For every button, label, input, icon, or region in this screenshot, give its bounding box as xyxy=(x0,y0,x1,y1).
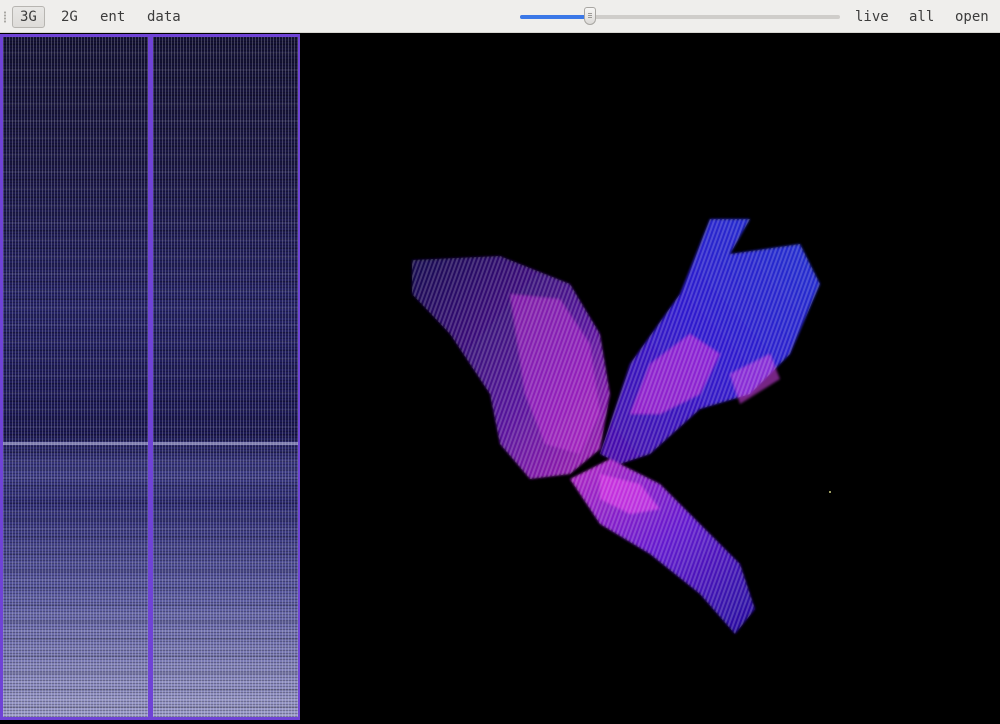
3d-visualization-canvas[interactable] xyxy=(300,34,1000,720)
slider-handle[interactable] xyxy=(584,7,596,25)
toolbar-grip-handle[interactable] xyxy=(3,11,7,23)
tab-ent[interactable]: ent xyxy=(93,6,132,28)
tab-data[interactable]: data xyxy=(140,6,188,28)
all-button[interactable]: all xyxy=(902,6,941,28)
tab-3g[interactable]: 3G xyxy=(12,6,45,28)
toolbar: 3G 2G ent data live all open xyxy=(0,0,1000,33)
overview-column-left[interactable] xyxy=(3,37,148,717)
live-button[interactable]: live xyxy=(848,6,896,28)
slider-fill xyxy=(520,15,590,19)
overview-column-right[interactable] xyxy=(153,37,298,717)
hilbert-overview-panel[interactable] xyxy=(0,34,300,720)
zoom-slider[interactable] xyxy=(520,7,840,25)
point-cloud-render xyxy=(412,219,831,634)
open-button[interactable]: open xyxy=(948,6,996,28)
tab-2g[interactable]: 2G xyxy=(54,6,85,28)
